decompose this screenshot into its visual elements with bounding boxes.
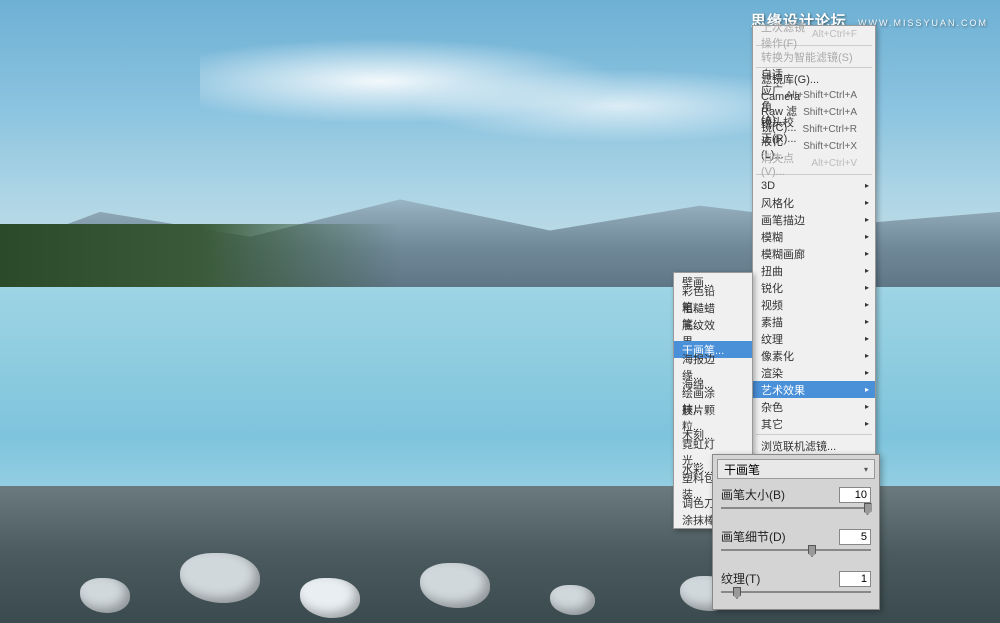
settings-label: 画笔细节(D) <box>721 528 786 545</box>
filter-menu-item[interactable]: 视频 ▸ <box>753 296 875 313</box>
menu-item-label: 杂色 <box>761 399 783 415</box>
settings-row: 画笔细节(D) 5 <box>713 525 879 545</box>
settings-value-input[interactable]: 1 <box>839 571 871 587</box>
filter-menu-item[interactable]: 渲染 ▸ <box>753 364 875 381</box>
menu-item-label: 3D <box>761 180 775 192</box>
filter-menu-item[interactable]: 扭曲 ▸ <box>753 262 875 279</box>
submenu-arrow-icon: ▸ <box>865 266 869 275</box>
submenu-arrow-icon: ▸ <box>865 402 869 411</box>
filter-menu-item: 转换为智能滤镜(S) <box>753 48 875 65</box>
submenu-arrow-icon: ▸ <box>865 368 869 377</box>
settings-row: 画笔大小(B) 10 <box>713 483 879 503</box>
menu-item-label: 素描 <box>761 314 783 330</box>
settings-slider[interactable] <box>721 547 871 561</box>
menu-item-shortcut: Shift+Ctrl+A <box>803 107 857 118</box>
filter-menu-item[interactable]: 风格化 ▸ <box>753 194 875 211</box>
filter-menu-item[interactable]: 浏览联机滤镜... <box>753 437 875 454</box>
menu-item-shortcut: Shift+Ctrl+R <box>803 124 857 135</box>
filter-menu-item[interactable]: 纹理 ▸ <box>753 330 875 347</box>
filter-menu-item[interactable]: 杂色 ▸ <box>753 398 875 415</box>
menu-item-label: 画笔描边 <box>761 212 805 228</box>
menu-item-label: 渲染 <box>761 365 783 381</box>
filter-menu-item[interactable]: 3D ▸ <box>753 177 875 194</box>
submenu-arrow-icon: ▸ <box>865 334 869 343</box>
submenu-arrow-icon: ▸ <box>865 232 869 241</box>
settings-slider[interactable] <box>721 589 871 603</box>
filter-menu-item[interactable]: 画笔描边 ▸ <box>753 211 875 228</box>
filter-menu-item[interactable]: 模糊画廊 ▸ <box>753 245 875 262</box>
settings-label: 纹理(T) <box>721 570 760 587</box>
slider-thumb[interactable] <box>864 503 872 515</box>
slider-track <box>721 549 871 551</box>
settings-value-input[interactable]: 10 <box>839 487 871 503</box>
menu-item-label: 浏览联机滤镜... <box>761 438 836 454</box>
settings-label: 画笔大小(B) <box>721 486 785 503</box>
filter-menu-item: 上次滤镜操作(F)Alt+Ctrl+F <box>753 26 875 43</box>
filter-menu-item: 消失点(V)...Alt+Ctrl+V <box>753 155 875 172</box>
filter-menu-item[interactable]: 模糊 ▸ <box>753 228 875 245</box>
menu-item-label: 上次滤镜操作(F) <box>761 19 812 51</box>
artistic-submenu-item[interactable]: 底纹效果... <box>674 324 752 341</box>
settings-row: 纹理(T) 1 <box>713 567 879 587</box>
submenu-arrow-icon: ▸ <box>865 215 869 224</box>
artistic-submenu-item[interactable]: 胶片颗粒... <box>674 409 752 426</box>
settings-slider[interactable] <box>721 505 871 519</box>
filter-select-row: 干画笔 ▾ <box>717 459 875 479</box>
menu-item-shortcut: Alt+Ctrl+F <box>812 29 857 40</box>
menu-item-label: 视频 <box>761 297 783 313</box>
menu-item-shortcut: Alt+Ctrl+V <box>811 158 857 169</box>
filter-select[interactable]: 干画笔 ▾ <box>717 459 875 479</box>
filter-menu-item[interactable]: 像素化 ▸ <box>753 347 875 364</box>
filter-select-label: 干画笔 <box>724 461 760 478</box>
submenu-arrow-icon: ▸ <box>865 181 869 190</box>
submenu-arrow-icon: ▸ <box>865 198 869 207</box>
filter-menu-item[interactable]: 其它 ▸ <box>753 415 875 432</box>
background-clouds <box>200 31 800 156</box>
slider-thumb[interactable] <box>808 545 816 557</box>
submenu-arrow-icon: ▸ <box>865 385 869 394</box>
menu-item-label: 艺术效果 <box>761 382 805 398</box>
filter-menu-item[interactable]: 素描 ▸ <box>753 313 875 330</box>
filter-menu-item[interactable]: 艺术效果 ▸ <box>753 381 875 398</box>
menu-item-label: 模糊画廊 <box>761 246 805 262</box>
artistic-submenu-item[interactable]: 海报边缘... <box>674 358 752 375</box>
filter-menu[interactable]: 上次滤镜操作(F)Alt+Ctrl+F转换为智能滤镜(S)滤镜库(G)...自适… <box>752 25 876 455</box>
menu-item-label: 模糊 <box>761 229 783 245</box>
submenu-arrow-icon: ▸ <box>865 351 869 360</box>
menu-item-label: 纹理 <box>761 331 783 347</box>
chevron-down-icon: ▾ <box>864 465 868 474</box>
filter-menu-item[interactable]: 锐化 ▸ <box>753 279 875 296</box>
menu-separator <box>756 434 872 435</box>
menu-item-label: 扭曲 <box>761 263 783 279</box>
menu-item-label: 风格化 <box>761 195 794 211</box>
slider-track <box>721 591 871 593</box>
menu-item-label: 像素化 <box>761 348 794 364</box>
dry-brush-settings-panel: 干画笔 ▾ 画笔大小(B) 10 画笔细节(D) 5 纹理(T) 1 <box>712 454 880 610</box>
menu-item-label: 锐化 <box>761 280 783 296</box>
slider-thumb[interactable] <box>733 587 741 599</box>
submenu-arrow-icon: ▸ <box>865 249 869 258</box>
watermark-url: WWW.MISSYUAN.COM <box>858 18 988 28</box>
settings-value-input[interactable]: 5 <box>839 529 871 545</box>
submenu-arrow-icon: ▸ <box>865 283 869 292</box>
menu-item-label: 转换为智能滤镜(S) <box>761 49 853 65</box>
slider-track <box>721 507 871 509</box>
submenu-arrow-icon: ▸ <box>865 419 869 428</box>
submenu-arrow-icon: ▸ <box>865 317 869 326</box>
menu-item-label: 消失点(V)... <box>761 150 811 178</box>
submenu-arrow-icon: ▸ <box>865 300 869 309</box>
menu-item-label: 其它 <box>761 416 783 432</box>
